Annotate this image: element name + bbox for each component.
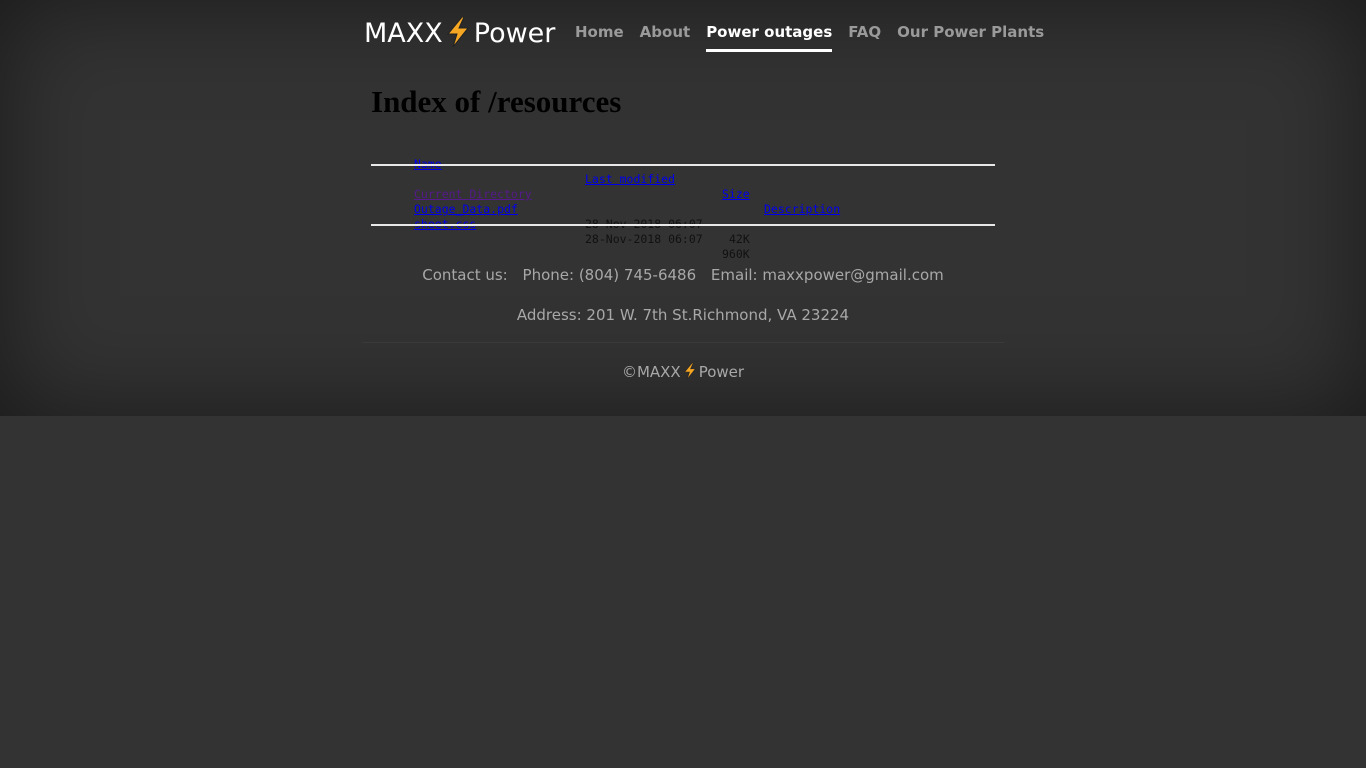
copyright-right: Power	[698, 363, 745, 381]
row-size: 960K	[722, 247, 750, 261]
nav-power-plants[interactable]: Our Power Plants	[897, 22, 1044, 52]
listing-top-divider	[371, 164, 995, 166]
contact-email: Email: maxxpower@gmail.com	[710, 266, 944, 284]
lightning-bolt-icon	[446, 17, 469, 47]
listing-row: sheet.css 28-Nov-2018 06:07 960K	[371, 202, 995, 261]
contact-line: Contact us: Phone: (804) 745-6486 Email:…	[362, 265, 1004, 285]
page-background: MAXX Power Home About Power outages FAQ …	[0, 0, 1366, 416]
brand-logo[interactable]: MAXX Power	[364, 17, 555, 51]
copyright: ©MAXX Power	[362, 362, 1004, 382]
contact-address: Address: 201 W. 7th St.Richmond, VA 2322…	[516, 306, 850, 324]
nav-home[interactable]: Home	[575, 22, 624, 52]
row-size: 42K	[729, 232, 750, 246]
listing-bottom-divider	[371, 224, 995, 226]
nav-faq[interactable]: FAQ	[848, 22, 881, 52]
index-title: Index of /resources	[371, 84, 622, 119]
row-modified: 28-Nov-2018 06:07	[585, 232, 703, 246]
listing-header-row: Name Last modified Size Description	[371, 142, 995, 216]
listing-row: Outage_Data.pdf 28-Nov-2018 06:07 42K	[371, 187, 995, 246]
footer-divider	[362, 342, 1004, 343]
main-nav: Home About Power outages FAQ Our Power P…	[575, 22, 1044, 52]
nav-power-outages[interactable]: Power outages	[706, 22, 833, 52]
nav-about[interactable]: About	[640, 22, 691, 52]
lightning-bolt-icon	[683, 362, 696, 380]
brand-left: MAXX	[364, 18, 443, 49]
contact-phone: Phone: (804) 745-6486	[522, 266, 697, 284]
listing-row: Current Directory -	[371, 172, 995, 231]
copyright-left: ©MAXX	[621, 363, 681, 381]
brand-right: Power	[473, 18, 556, 49]
directory-index: Index of /resources Name Last modified S…	[371, 82, 995, 261]
contact-label: Contact us:	[422, 266, 508, 284]
